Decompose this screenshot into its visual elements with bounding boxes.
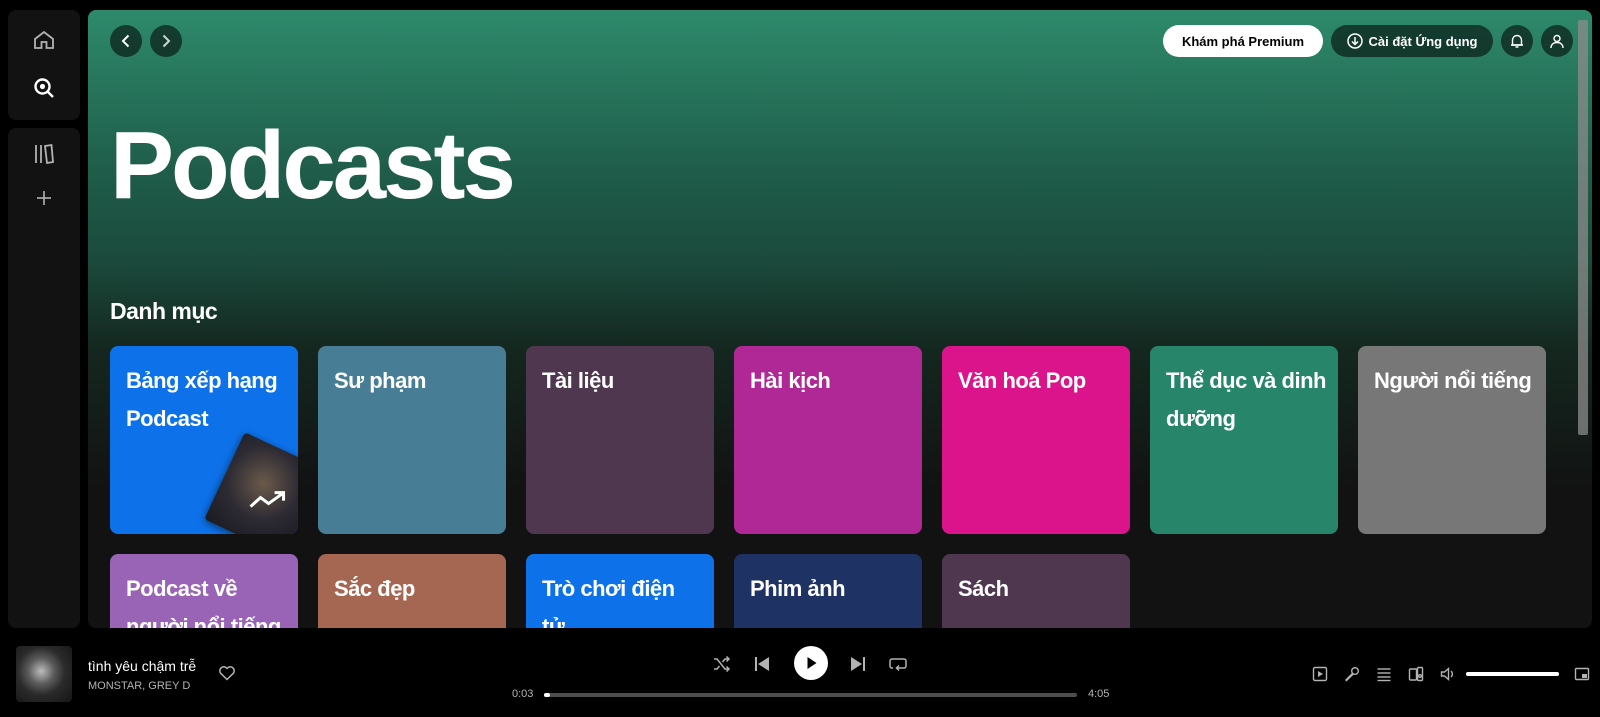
main-scrollbar[interactable] [1578,20,1588,435]
chevron-left-icon [121,34,130,48]
skip-forward-icon [851,657,865,671]
category-label: Phim ảnh [750,576,846,601]
trending-arrow-icon [249,491,286,508]
shuffle-button[interactable] [710,652,734,676]
category-card[interactable]: Văn hoá Pop [942,346,1130,534]
album-cover[interactable] [16,646,72,702]
chevron-right-icon [162,34,171,48]
heart-icon [219,666,235,681]
microphone-icon [1345,667,1359,682]
category-card[interactable]: Bảng xếp hạng Podcast [110,346,298,534]
category-card[interactable]: Sư phạm [318,346,506,534]
sidebar-nav [8,10,80,120]
progress-bar[interactable] [544,693,1077,697]
duration-time: 4:05 [1088,688,1110,700]
spotify-app: Khám phá Premium Cài đặt Ứng dụng Podcas… [0,0,1600,717]
library-button[interactable] [28,138,60,170]
now-playing-view-button[interactable] [1310,664,1330,684]
library-icon [35,143,54,165]
podcast-charts-artwork [204,432,298,534]
category-label: Sắc đẹp [334,576,415,601]
category-label: Trò chơi điện tử [542,576,675,628]
volume-fill [1466,672,1559,676]
queue-icon [1377,668,1391,682]
track-title[interactable]: tình yêu chậm trễ [88,658,196,674]
category-card[interactable]: Người nổi tiếng [1358,346,1546,534]
bell-icon [1511,34,1523,48]
progress-fill [544,693,551,697]
category-card[interactable]: Sắc đẹp [318,554,506,628]
category-label: Tài liệu [542,368,614,393]
previous-button[interactable] [750,652,774,676]
category-label: Thể dục và dinh dưỡng [1166,368,1326,431]
category-card[interactable]: Hài kịch [734,346,922,534]
shuffle-icon [714,655,731,673]
category-card[interactable]: Sách [942,554,1130,628]
volume-icon [1440,666,1453,682]
category-card[interactable]: Tài liệu [526,346,714,534]
connect-device-button[interactable] [1406,664,1426,684]
sidebar-library [8,128,80,628]
queue-button[interactable] [1374,664,1394,684]
back-button[interactable] [110,25,142,57]
category-label: Sư phạm [334,368,426,393]
explore-premium-button[interactable]: Khám phá Premium [1163,25,1323,57]
now-playing-bar: tình yêu chậm trễ MONSTAR, GREY D 0:03 4… [0,628,1600,717]
forward-button[interactable] [150,25,182,57]
plus-icon [37,191,51,205]
category-label: Podcast về người nổi tiếng [126,576,281,628]
category-card[interactable]: Phim ảnh [734,554,922,628]
download-icon [1346,33,1363,49]
notifications-button[interactable] [1501,25,1533,57]
search-button[interactable] [28,72,60,104]
now-playing-view-icon [1312,666,1328,682]
volume-slider[interactable] [1466,672,1559,676]
category-label: Văn hoá Pop [958,368,1086,393]
category-card[interactable]: Trò chơi điện tử [526,554,714,628]
like-button[interactable] [218,664,236,682]
category-label: Người nổi tiếng [1374,368,1532,393]
install-app-label: Cài đặt Ứng dụng [1368,33,1478,49]
skip-back-icon [755,657,769,671]
install-app-button[interactable]: Cài đặt Ứng dụng [1331,25,1493,57]
mini-player-button[interactable] [1572,664,1592,684]
mini-player-icon [1574,667,1590,681]
next-button[interactable] [846,652,870,676]
category-card[interactable]: Thể dục và dinh dưỡng [1150,346,1338,534]
lyrics-button[interactable] [1342,664,1362,684]
home-icon [34,30,54,49]
play-icon [807,657,817,669]
profile-button[interactable] [1541,25,1573,57]
device-icon [1408,666,1424,682]
category-label: Bảng xếp hạng Podcast [126,368,278,431]
repeat-icon [889,658,907,672]
section-title: Danh mục [110,298,218,324]
home-button[interactable] [28,24,60,56]
category-label: Sách [958,576,1009,601]
search-icon [34,78,54,98]
create-playlist-button[interactable] [28,182,60,214]
main-view: Khám phá Premium Cài đặt Ứng dụng Podcas… [88,10,1592,628]
mute-button[interactable] [1438,664,1458,684]
elapsed-time: 0:03 [512,688,534,700]
category-label: Hài kịch [750,368,831,393]
repeat-button[interactable] [886,652,910,676]
track-artist[interactable]: MONSTAR, GREY D [88,680,190,692]
page-title: Podcasts [110,112,516,219]
category-card[interactable]: Podcast về người nổi tiếng [110,554,298,628]
play-button[interactable] [794,646,828,680]
user-icon [1550,34,1564,49]
